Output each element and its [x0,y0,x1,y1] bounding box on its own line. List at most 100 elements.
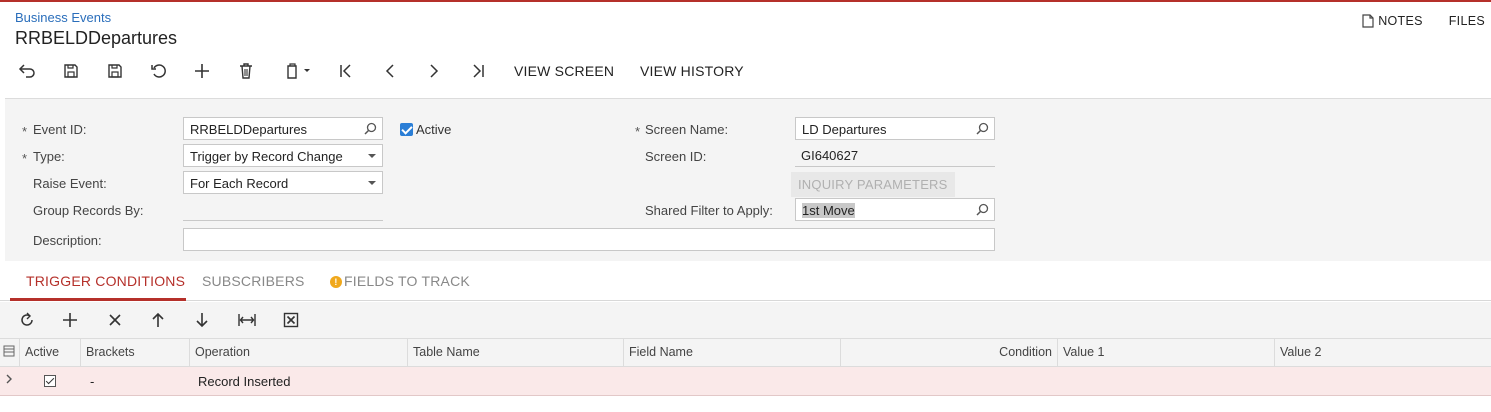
notes-button[interactable]: NOTES [1362,14,1423,28]
row-active-checkbox[interactable] [44,375,56,387]
summary-form: * Event ID: RRBELDDepartures Active * Ty… [5,98,1491,261]
next-record-button[interactable] [423,58,445,84]
fit-columns-icon [238,314,256,326]
row-value2[interactable] [1275,367,1491,395]
cancel-button[interactable] [147,58,169,84]
row-value1[interactable] [1058,367,1275,395]
column-header-value2[interactable]: Value 2 [1275,339,1491,366]
event-id-value: RRBELDDepartures [190,122,308,137]
move-down-button[interactable] [192,310,212,330]
tab-fields-to-track[interactable]: ! FIELDS TO TRACK [330,273,470,289]
column-header-value1[interactable]: Value 1 [1058,339,1275,366]
row-field-name[interactable] [624,367,841,395]
column-settings-button[interactable] [0,339,20,366]
chevron-down-icon [368,154,376,158]
note-icon [1362,14,1374,28]
previous-record-button[interactable] [379,58,401,84]
fit-columns-button[interactable] [237,310,257,330]
delete-button[interactable] [235,58,257,84]
save-button[interactable] [104,58,126,84]
screen-id-label: Screen ID: [645,149,707,164]
raise-event-value: For Each Record [190,176,289,191]
description-label: Description: [33,233,102,248]
group-records-field[interactable] [183,198,383,221]
notes-label: NOTES [1378,14,1423,28]
copy-paste-menu[interactable] [279,58,319,84]
raise-event-select[interactable]: For Each Record [183,171,383,194]
search-icon[interactable] [976,203,989,216]
type-value: Trigger by Record Change [190,149,343,164]
move-up-icon [152,312,164,327]
group-records-label: Group Records By: [33,203,144,218]
event-id-field[interactable]: RRBELDDepartures [183,117,383,140]
column-header-operation[interactable]: Operation [190,339,408,366]
top-accent-line [0,0,1491,2]
export-excel-button[interactable] [281,310,301,330]
required-marker: * [635,124,641,139]
row-table-name[interactable] [408,367,624,395]
move-up-button[interactable] [148,310,168,330]
screen-name-label: Screen Name: [645,122,729,137]
column-header-condition[interactable]: Condition [841,339,1058,366]
undo-icon [18,64,35,78]
view-screen-button[interactable]: VIEW SCREEN [514,63,614,79]
required-marker: * [22,124,28,139]
shared-filter-field[interactable]: 1st Move [795,198,995,221]
next-icon [430,64,439,78]
delete-row-icon [109,314,121,326]
previous-icon [385,64,394,78]
column-header-brackets[interactable]: Brackets [81,339,190,366]
first-record-button[interactable] [335,58,357,84]
screen-name-value: LD Departures [802,122,887,137]
active-checkbox[interactable] [400,123,413,136]
type-select[interactable]: Trigger by Record Change [183,144,383,167]
add-icon [195,64,209,78]
last-record-button[interactable] [467,58,489,84]
add-button[interactable] [191,58,213,84]
column-header-table-name[interactable]: Table Name [408,339,624,366]
row-expand-button[interactable] [3,367,20,395]
files-label: FILES [1448,14,1485,28]
search-icon[interactable] [976,122,989,135]
table-row[interactable]: - Record Inserted [0,367,1491,396]
add-row-button[interactable] [60,310,80,330]
breadcrumb[interactable]: Business Events [15,10,111,25]
active-tab-indicator [10,298,186,301]
column-header-active[interactable]: Active [20,339,81,366]
description-field[interactable] [183,228,995,251]
view-history-button[interactable]: VIEW HISTORY [640,63,744,79]
tab-bar: TRIGGER CONDITIONS SUBSCRIBERS ! FIELDS T… [0,261,1491,301]
row-condition[interactable] [841,367,1058,395]
copy-paste-icon [287,63,310,79]
save-icon [108,64,122,78]
top-right-actions: NOTES FILES [1362,14,1485,28]
chevron-down-icon [368,181,376,185]
move-down-icon [196,313,208,328]
save-close-button[interactable] [60,58,82,84]
warning-icon: ! [330,276,342,288]
refresh-button[interactable] [17,310,37,330]
grid-header: Active Brackets Operation Table Name Fie… [0,338,1491,367]
page-title: RRBELDDepartures [15,28,178,48]
refresh-icon [21,312,33,326]
files-button[interactable]: FILES [1449,14,1485,28]
search-icon[interactable] [364,122,377,135]
add-row-icon [63,313,77,327]
screen-name-field[interactable]: LD Departures [795,117,995,140]
undo-button[interactable] [16,58,38,84]
first-icon [340,64,351,78]
save-close-icon [64,64,78,78]
last-icon [473,64,484,78]
chevron-right-icon [6,374,12,384]
required-marker: * [22,151,28,166]
shared-filter-value: 1st Move [802,203,855,218]
row-brackets[interactable]: - [85,367,190,395]
inquiry-parameters-button[interactable]: INQUIRY PARAMETERS [791,172,955,197]
tab-subscribers[interactable]: SUBSCRIBERS [202,273,305,289]
row-operation[interactable]: Record Inserted [193,367,408,395]
delete-row-button[interactable] [105,310,125,330]
column-header-field-name[interactable]: Field Name [624,339,841,366]
tab-trigger-conditions[interactable]: TRIGGER CONDITIONS [26,273,185,289]
grid-toolbar [0,302,1491,338]
type-label: Type: [33,149,65,164]
